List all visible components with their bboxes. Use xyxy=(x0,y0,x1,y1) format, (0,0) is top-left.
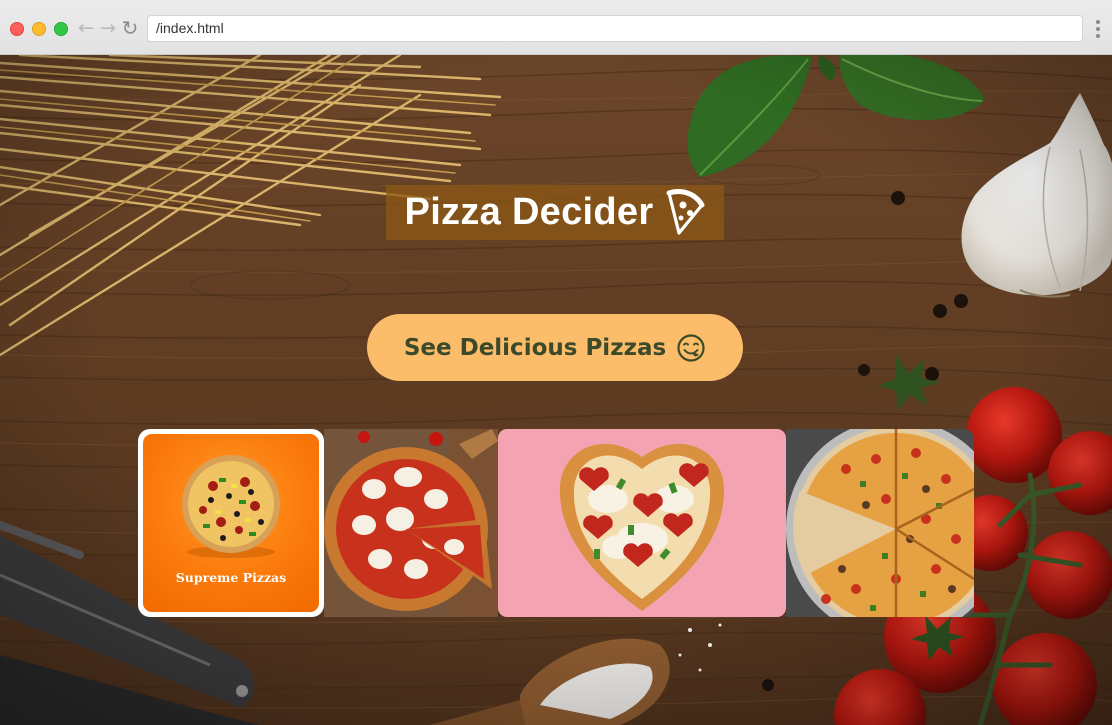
pizza-slice-icon xyxy=(666,188,705,235)
reload-icon[interactable]: ↻ xyxy=(120,16,140,40)
close-window-button[interactable] xyxy=(10,22,24,36)
page-title-banner: Pizza Decider xyxy=(386,185,724,240)
arrow-left-icon[interactable]: ← xyxy=(76,16,96,40)
address-bar[interactable]: /index.html xyxy=(147,15,1083,42)
margherita-pizza-image xyxy=(324,429,498,617)
pizza-gallery: Supreme Pizzas xyxy=(138,429,974,617)
browser-menu-icon[interactable] xyxy=(1092,18,1104,40)
see-pizzas-button-label: See Delicious Pizzas xyxy=(403,334,667,361)
see-pizzas-button[interactable]: See Delicious Pizzas xyxy=(367,314,743,381)
supreme-pizza-illustration xyxy=(182,455,280,558)
heart-pizza-image xyxy=(498,429,786,617)
minimize-window-button[interactable] xyxy=(32,22,46,36)
pizza-card-supreme[interactable]: Supreme Pizzas xyxy=(138,429,324,617)
pizza-card-veggie[interactable] xyxy=(786,429,974,617)
page-title: Pizza Decider xyxy=(404,191,654,233)
pizza-card-margherita[interactable] xyxy=(324,429,498,617)
supreme-pizzas-image: Supreme Pizzas xyxy=(143,434,319,612)
pizza-card-heart[interactable] xyxy=(498,429,786,617)
arrow-right-icon[interactable]: → xyxy=(98,16,118,40)
browser-toolbar: ← → ↻ /index.html xyxy=(0,0,1112,55)
veggie-pizza-image xyxy=(786,429,974,617)
smiling-face-icon xyxy=(677,333,705,362)
supreme-pizzas-label: Supreme Pizzas xyxy=(175,570,287,585)
maximize-window-button[interactable] xyxy=(54,22,68,36)
page-viewport: Pizza Decider See Delicious Pizzas Supre… xyxy=(0,55,1112,725)
wood-table-background xyxy=(0,55,1112,725)
